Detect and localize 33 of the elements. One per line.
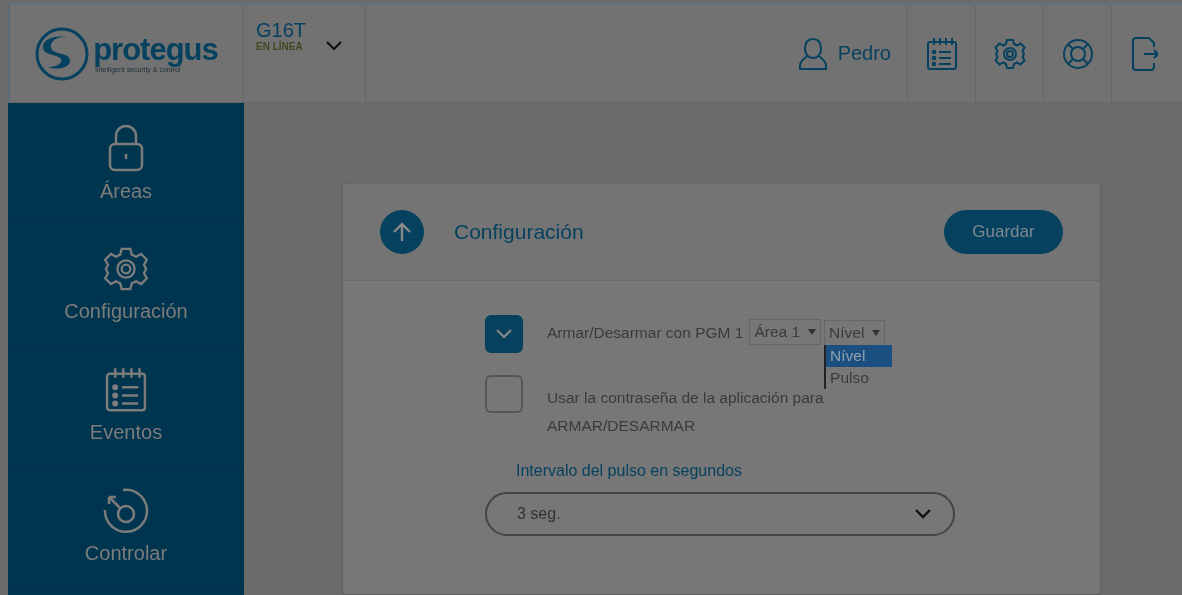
- option-label: Armar/Desarmar con PGM 1: [547, 323, 744, 343]
- sidebar-item[interactable]: Configuración: [8, 224, 244, 345]
- lock-icon: [108, 123, 144, 172]
- chevron-down-icon: [915, 509, 931, 519]
- device-name: G16T: [256, 19, 307, 41]
- checkbox[interactable]: [485, 375, 523, 413]
- sidebar-item[interactable]: Eventos: [8, 345, 244, 466]
- dropdown-arrow-icon: [872, 330, 881, 336]
- checkmark-icon: [496, 329, 512, 339]
- control-dial-icon: [103, 487, 149, 534]
- checkbox[interactable]: [485, 315, 523, 353]
- dropdown-arrow-icon: [808, 329, 817, 335]
- field-label: Intervalo del pulso en segundos: [516, 462, 743, 480]
- device-status: EN LÍNEA: [256, 41, 304, 52]
- logo-icon: [35, 26, 90, 81]
- collapse-button[interactable]: [380, 210, 424, 254]
- dropdown-option[interactable]: Pulso: [826, 367, 893, 389]
- gear-icon: [103, 245, 149, 292]
- area-select[interactable]: Área 1: [749, 319, 822, 345]
- pulse-interval-select[interactable]: 3 seg.: [485, 492, 955, 536]
- brand-name: protegus: [93, 34, 218, 66]
- logout-icon: [1132, 36, 1158, 71]
- arrow-up-icon: [393, 222, 411, 242]
- sidebar-item[interactable]: Áreas: [8, 103, 244, 224]
- sidebar-item[interactable]: Controlar: [8, 466, 244, 587]
- chevron-down-icon[interactable]: [326, 41, 343, 51]
- user-name[interactable]: Pedro: [837, 42, 891, 65]
- dropdown-option[interactable]: Nível: [826, 345, 893, 367]
- settings-icon: [993, 37, 1026, 70]
- card-title: Configuración: [454, 220, 585, 244]
- calendar-list-icon: [104, 366, 148, 413]
- option-label: Usar la contraseña de la aplicación para ARMAR/DESARMAR: [547, 388, 825, 436]
- save-button[interactable]: Guardar: [944, 210, 1063, 254]
